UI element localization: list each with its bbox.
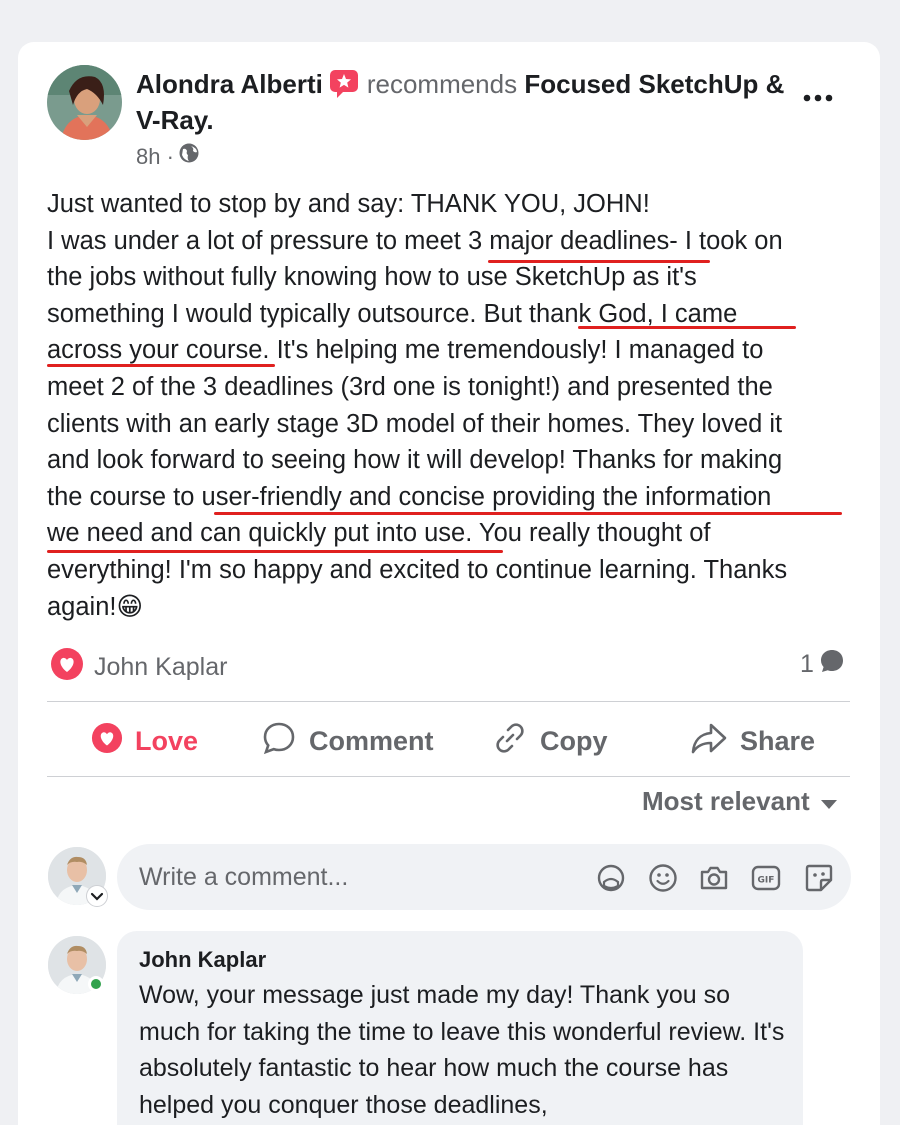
highlight-underline: [578, 326, 796, 329]
post-line: everything! I'm so happy and excited to …: [47, 555, 788, 584]
comment-sort-dropdown[interactable]: Most relevant: [642, 786, 838, 817]
post-line: and look forward to seeing how it will d…: [47, 446, 783, 475]
highlight-underline: [47, 550, 503, 553]
post-line: we need and can quickly put into use. Yo…: [47, 519, 711, 548]
author-avatar[interactable]: [47, 65, 122, 140]
highlight-underline: [488, 260, 710, 263]
online-status-dot: [88, 976, 104, 992]
comment-input[interactable]: [139, 858, 579, 896]
post-line: I was under a lot of pressure to meet 3 …: [47, 226, 783, 255]
copy-label: Copy: [540, 725, 608, 756]
post-line: again!😁: [47, 592, 144, 621]
heart-icon: [91, 722, 123, 761]
post-line: the jobs without fully knowing how to us…: [47, 263, 697, 292]
post-line: meet 2 of the 3 deadlines (3rd one is to…: [47, 372, 773, 401]
share-button[interactable]: Share: [690, 712, 815, 770]
post-line: clients with an early stage 3D model of …: [47, 409, 783, 438]
link-icon: [492, 720, 528, 763]
love-button[interactable]: Love: [91, 712, 198, 770]
divider: [47, 776, 850, 777]
recommendation-star-badge-icon: [329, 69, 359, 99]
more-dots-icon[interactable]: [800, 82, 836, 112]
reply-comment-bubble: John Kaplar Wow, your message just made …: [117, 931, 803, 1125]
highlight-underline: [214, 512, 842, 515]
gif-icon[interactable]: GIF: [750, 862, 782, 894]
highlight-underline: [47, 364, 275, 367]
reply-text: Wow, your message just made my day! Than…: [139, 981, 785, 1119]
divider: [47, 701, 850, 702]
recommends-text: recommends: [366, 69, 518, 99]
comment-bubble-icon: [818, 647, 846, 682]
post-header: Alondra Alberti recommends Focused Sketch…: [136, 66, 786, 138]
share-label: Share: [740, 725, 816, 756]
copy-button[interactable]: Copy: [492, 712, 608, 770]
sort-label: Most relevant: [642, 786, 810, 816]
camera-icon[interactable]: [698, 862, 730, 894]
action-bar: Love Comment Copy Share: [47, 712, 850, 770]
post-time[interactable]: 8h ·: [136, 143, 174, 171]
comment-bubble-icon: [261, 720, 297, 763]
share-arrow-icon: [690, 720, 728, 763]
comment-count[interactable]: 1: [800, 647, 846, 682]
post-line: Just wanted to stop by and say: THANK YO…: [47, 190, 650, 218]
comment-label: Comment: [309, 725, 434, 756]
emoji-icon[interactable]: [647, 862, 679, 894]
reactions-summary[interactable]: John Kaplar: [50, 647, 227, 688]
globe-icon: [178, 142, 200, 171]
post-meta: 8h ·: [136, 142, 200, 171]
comment-composer: GIF: [117, 844, 851, 910]
author-name[interactable]: Alondra Alberti: [136, 69, 323, 99]
comment-count-value: 1: [800, 650, 814, 678]
account-switch-caret[interactable]: [86, 885, 108, 907]
caret-down-icon: [820, 786, 838, 817]
love-label: Love: [135, 725, 199, 756]
post-text: Just wanted to stop by and say: THANK YO…: [47, 186, 857, 625]
svg-text:GIF: GIF: [758, 876, 775, 886]
post-line: the course to user-friendly and concise …: [47, 482, 772, 511]
heart-icon: [50, 647, 84, 688]
sticker-icon[interactable]: [803, 862, 835, 894]
avatar-sticker-icon[interactable]: [595, 862, 627, 894]
reactor-name: John Kaplar: [94, 653, 228, 681]
comment-button[interactable]: Comment: [261, 712, 434, 770]
reply-author-name[interactable]: John Kaplar: [139, 947, 266, 973]
